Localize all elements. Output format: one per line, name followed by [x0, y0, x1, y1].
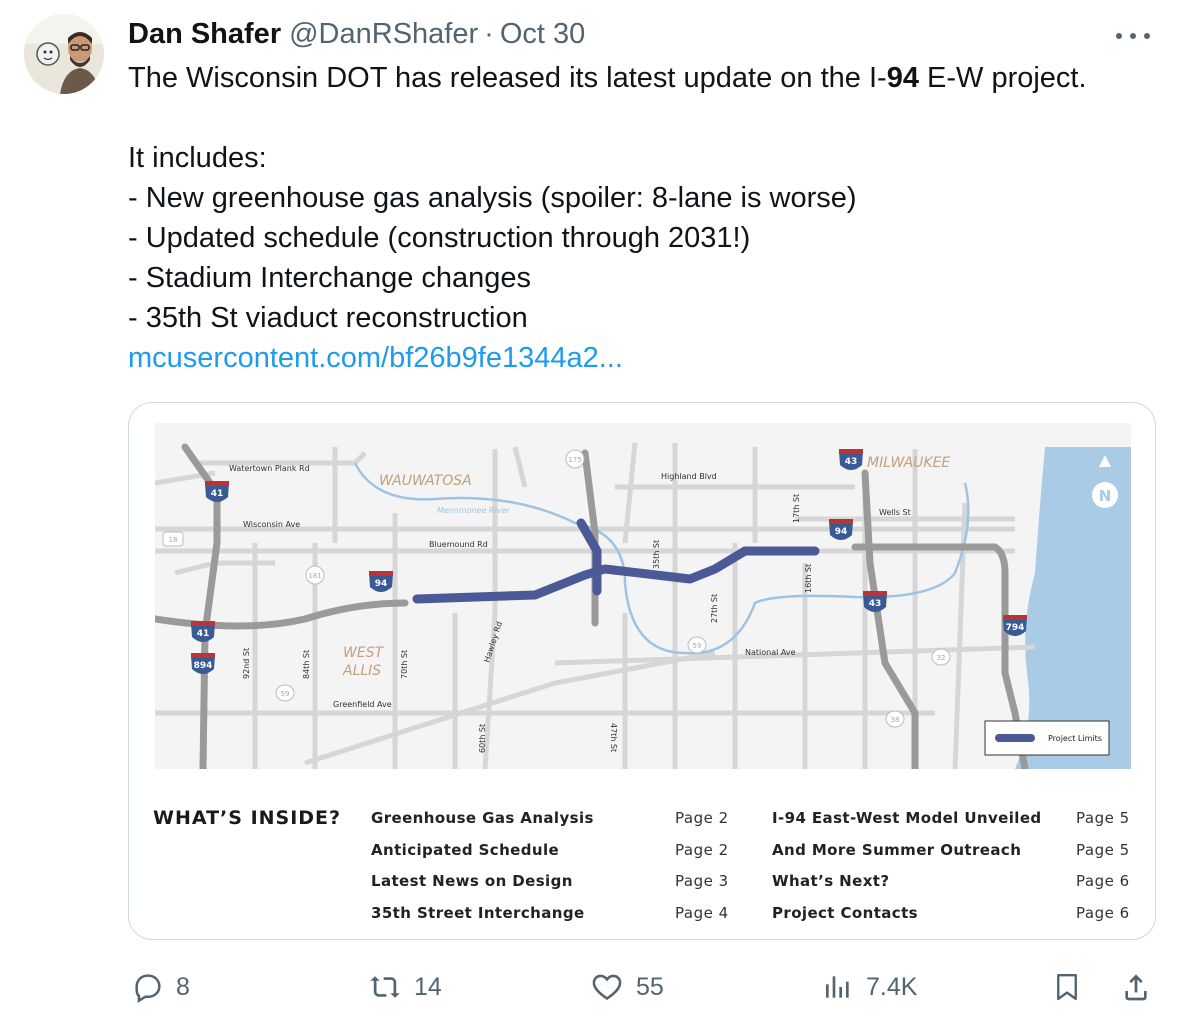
svg-text:Watertown Plank Rd: Watertown Plank Rd — [229, 464, 310, 473]
like-icon — [592, 974, 622, 1000]
share-icon — [1125, 974, 1147, 1001]
svg-text:43: 43 — [869, 599, 882, 609]
reply-icon — [135, 974, 161, 1003]
svg-text:181: 181 — [308, 572, 321, 580]
reply-button[interactable]: 8 — [132, 962, 190, 1012]
toc-item-label: And More Summer Outreach — [772, 841, 1022, 859]
svg-text:84th St: 84th St — [302, 650, 311, 679]
tweet-text: The Wisconsin DOT has released its lates… — [128, 58, 1168, 378]
svg-text:18: 18 — [169, 536, 178, 544]
retweet-icon — [370, 976, 400, 998]
whats-inside-section: WHAT’S INSIDE? Greenhouse Gas Analysis P… — [129, 799, 1155, 939]
media-card[interactable]: 41 41 894 94 94 43 43 794 175 18 181 59 … — [128, 402, 1156, 940]
tweet-bullet: - Updated schedule (construction through… — [128, 222, 751, 254]
svg-text:41: 41 — [197, 629, 210, 639]
svg-text:Highland Blvd: Highland Blvd — [661, 472, 717, 481]
toc-item-label: Latest News on Design — [371, 872, 573, 890]
map-legend: Project Limits — [984, 720, 1110, 756]
bookmark-button[interactable] — [1052, 962, 1082, 1012]
svg-text:59: 59 — [281, 690, 290, 698]
svg-text:MILWAUKEE: MILWAUKEE — [867, 455, 950, 471]
toc-item-page: Page 5 — [1076, 809, 1130, 827]
svg-text:WAUWATOSA: WAUWATOSA — [379, 473, 472, 489]
whats-inside-title: WHAT’S INSIDE? — [153, 807, 342, 829]
svg-text:32: 32 — [937, 654, 946, 662]
svg-text:Greenfield Ave: Greenfield Ave — [333, 700, 392, 709]
svg-text:27th St: 27th St — [710, 594, 719, 623]
like-button[interactable]: 55 — [590, 962, 664, 1012]
toc-item-page: Page 6 — [1076, 904, 1130, 922]
more-options-icon[interactable] — [1116, 24, 1150, 48]
svg-text:794: 794 — [1006, 623, 1025, 633]
svg-text:Wisconsin Ave: Wisconsin Ave — [243, 520, 300, 529]
svg-text:35th St: 35th St — [652, 540, 661, 569]
svg-text:43: 43 — [845, 457, 858, 467]
svg-text:Wells St: Wells St — [879, 508, 911, 517]
svg-text:41: 41 — [211, 489, 224, 499]
svg-text:17th St: 17th St — [792, 494, 801, 523]
svg-text:60th St: 60th St — [478, 724, 487, 753]
svg-text:16th St: 16th St — [804, 564, 813, 593]
tweet-header: Dan Shafer @DanRShafer · Oct 30 — [128, 16, 585, 52]
avatar[interactable] — [24, 14, 104, 94]
svg-text:70th St: 70th St — [400, 650, 409, 679]
toc-item-label: Greenhouse Gas Analysis — [371, 809, 594, 827]
toc-item-label: Anticipated Schedule — [371, 841, 560, 859]
svg-text:94: 94 — [835, 527, 848, 537]
svg-text:Project Limits: Project Limits — [1048, 734, 1102, 743]
header-separator: · — [484, 17, 494, 50]
reply-count: 8 — [176, 972, 190, 1001]
retweet-count: 14 — [414, 972, 442, 1001]
svg-text:Menomonee River: Menomonee River — [437, 506, 510, 515]
views-icon — [826, 976, 849, 998]
svg-text:National Ave: National Ave — [745, 648, 796, 657]
avatar-image — [24, 14, 104, 94]
toc-item-page: Page 2 — [675, 809, 729, 827]
views-count: 7.4K — [866, 972, 918, 1001]
tweet-bullet: - 35th St viaduct reconstruction — [128, 302, 528, 334]
toc-item-page: Page 6 — [1076, 872, 1130, 890]
project-map: 41 41 894 94 94 43 43 794 175 18 181 59 … — [155, 423, 1131, 769]
svg-text:WEST: WEST — [343, 645, 385, 661]
author-handle[interactable]: @DanRShafer — [289, 18, 478, 51]
retweet-button[interactable]: 14 — [368, 962, 442, 1012]
svg-text:Bluemound Rd: Bluemound Rd — [429, 540, 488, 549]
svg-text:47th St: 47th St — [609, 723, 618, 752]
views-button[interactable]: 7.4K — [822, 962, 917, 1012]
tweet-bullet: - Stadium Interchange changes — [128, 262, 532, 294]
toc-item-page: Page 2 — [675, 841, 729, 859]
svg-text:ALLIS: ALLIS — [342, 663, 381, 679]
tweet-link[interactable]: mcusercontent.com/bf26b9fe1344a2... — [128, 342, 623, 374]
author-name[interactable]: Dan Shafer — [128, 18, 281, 51]
tweet-bullet: - New greenhouse gas analysis (spoiler: … — [128, 182, 857, 214]
tweet-date[interactable]: Oct 30 — [500, 18, 585, 51]
like-count: 55 — [636, 972, 664, 1001]
toc-item-page: Page 5 — [1076, 841, 1130, 859]
svg-text:894: 894 — [194, 661, 213, 671]
toc-item-label: What’s Next? — [772, 872, 890, 890]
svg-text:94: 94 — [375, 579, 388, 589]
toc-item-page: Page 4 — [675, 904, 729, 922]
tweet-text-line: The Wisconsin DOT has released its lates… — [128, 62, 1087, 94]
tweet-text-intro: It includes: — [128, 142, 267, 174]
svg-text:38: 38 — [891, 716, 900, 724]
bookmark-icon — [1057, 973, 1077, 1001]
svg-text:92nd St: 92nd St — [242, 648, 251, 679]
toc-item-page: Page 3 — [675, 872, 729, 890]
svg-text:N: N — [1099, 487, 1112, 505]
svg-text:59: 59 — [693, 642, 702, 650]
tweet-actions: 8 14 55 7.4K — [0, 962, 1184, 1012]
toc-item-label: Project Contacts — [772, 904, 918, 922]
toc-item-label: 35th Street Interchange — [371, 904, 585, 922]
svg-text:175: 175 — [568, 456, 581, 464]
share-button[interactable] — [1120, 962, 1152, 1012]
toc-item-label: I-94 East-West Model Unveiled — [772, 809, 1042, 827]
